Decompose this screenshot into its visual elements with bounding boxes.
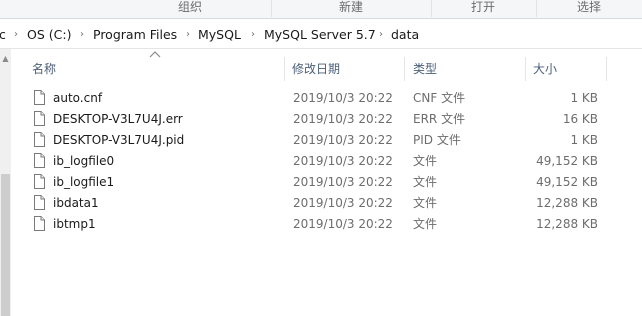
file-date-modified: 2019/10/3 20:22 [293, 91, 393, 105]
file-type: ERR 文件 [413, 112, 466, 126]
file-size: 12,288 KB [536, 196, 598, 210]
chevron-right-icon[interactable]: › [186, 22, 190, 48]
file-size: 12,288 KB [536, 217, 598, 231]
ribbon-group-select: 选择 [576, 0, 601, 14]
file-icon [34, 111, 45, 126]
file-type: 文件 [413, 196, 438, 210]
file-row[interactable]: ib_logfile0 2019/10/3 20:22 文件 49,152 KB [30, 151, 610, 172]
file-name[interactable]: DESKTOP-V3L7U4J.err [53, 109, 183, 130]
breadcrumb-item-partial[interactable]: c [0, 22, 6, 48]
file-name[interactable]: ib_logfile1 [53, 172, 114, 193]
file-icon [34, 132, 45, 147]
breadcrumb-item-data[interactable]: data [391, 22, 419, 48]
file-size: 1 KB [570, 133, 598, 147]
ribbon-group-labels: 组织 新建 打开 选择 [0, 0, 642, 19]
chevron-right-icon[interactable]: › [14, 22, 18, 48]
ribbon-divider [271, 0, 272, 17]
file-icon [34, 153, 45, 168]
breadcrumb-item-mysql[interactable]: MySQL [198, 22, 241, 48]
column-header-date-modified[interactable]: 修改日期 [292, 57, 340, 81]
column-divider[interactable] [284, 57, 285, 81]
file-row[interactable]: DESKTOP-V3L7U4J.pid 2019/10/3 20:22 PID 文件… [30, 130, 610, 151]
ribbon-divider [536, 0, 537, 17]
file-date-modified: 2019/10/3 20:22 [293, 175, 393, 189]
column-header-type[interactable]: 类型 [413, 57, 437, 81]
file-date-modified: 2019/10/3 20:22 [293, 196, 393, 210]
chevron-right-icon[interactable]: › [251, 22, 255, 48]
scrollbar-thumb[interactable] [1, 174, 10, 316]
scroll-up-arrow-icon[interactable]: ▲ [0, 54, 11, 64]
ribbon-group-new: 新建 [338, 0, 363, 14]
file-icon [34, 195, 45, 210]
file-size: 49,152 KB [536, 175, 598, 189]
file-size: 49,152 KB [536, 154, 598, 168]
breadcrumb-item-program-files[interactable]: Program Files [93, 22, 177, 48]
file-icon [34, 216, 45, 231]
file-date-modified: 2019/10/3 20:22 [293, 112, 393, 126]
column-divider[interactable] [525, 57, 526, 81]
column-divider[interactable] [606, 57, 607, 81]
file-type: CNF 文件 [413, 91, 466, 105]
file-type: 文件 [413, 175, 438, 189]
column-header-size[interactable]: 大小 [533, 57, 557, 81]
file-row[interactable]: DESKTOP-V3L7U4J.err 2019/10/3 20:22 ERR 文件… [30, 109, 610, 130]
address-bar[interactable]: c › OS (C:) › Program Files › MySQL › My… [0, 22, 642, 49]
file-icon [34, 90, 45, 105]
file-name[interactable]: auto.cnf [53, 88, 102, 109]
breadcrumb-item-drive[interactable]: OS (C:) [27, 22, 71, 48]
file-row[interactable]: auto.cnf 2019/10/3 20:22 CNF 文件 1 KB [30, 88, 610, 109]
file-type: PID 文件 [413, 133, 461, 147]
file-row[interactable]: ibdata1 2019/10/3 20:22 文件 12,288 KB [30, 193, 610, 214]
file-row[interactable]: ib_logfile1 2019/10/3 20:22 文件 49,152 KB [30, 172, 610, 193]
file-size: 16 KB [562, 112, 598, 126]
file-name[interactable]: ib_logfile0 [53, 151, 114, 172]
file-date-modified: 2019/10/3 20:22 [293, 133, 393, 147]
file-name[interactable]: DESKTOP-V3L7U4J.pid [53, 130, 184, 151]
file-name[interactable]: ibtmp1 [53, 214, 96, 235]
file-icon [34, 174, 45, 189]
file-type: 文件 [413, 217, 438, 231]
breadcrumb-item-mysql-server[interactable]: MySQL Server 5.7 [264, 22, 376, 48]
ribbon-group-open: 打开 [470, 0, 495, 14]
ribbon-group-organize: 组织 [177, 0, 202, 14]
file-date-modified: 2019/10/3 20:22 [293, 217, 393, 231]
file-name[interactable]: ibdata1 [53, 193, 99, 214]
file-type: 文件 [413, 154, 438, 168]
sort-ascending-icon [149, 51, 161, 58]
file-row[interactable]: ibtmp1 2019/10/3 20:22 文件 12,288 KB [30, 214, 610, 235]
column-header-name[interactable]: 名称 [32, 57, 56, 81]
ribbon-divider [431, 0, 432, 17]
file-size: 1 KB [570, 91, 598, 105]
file-date-modified: 2019/10/3 20:22 [293, 154, 393, 168]
chevron-right-icon[interactable]: › [80, 22, 84, 48]
chevron-right-icon[interactable]: › [379, 22, 383, 48]
column-divider[interactable] [404, 57, 405, 81]
